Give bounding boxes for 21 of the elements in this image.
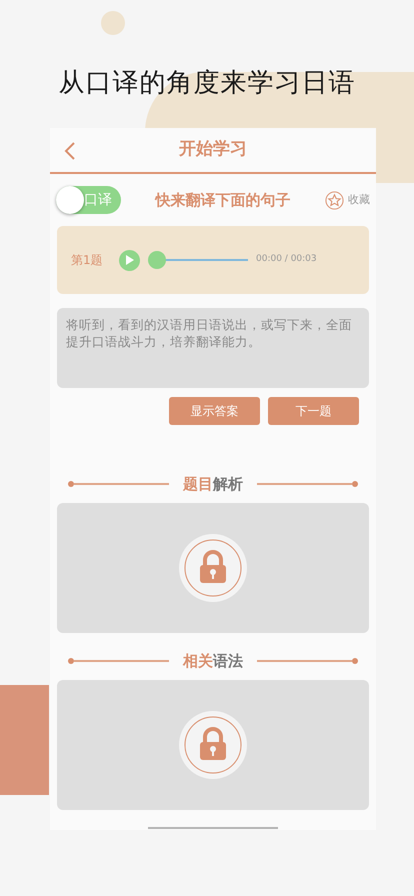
screen-title: 开始学习 — [179, 138, 247, 162]
mode-switch[interactable]: 口译 — [56, 186, 121, 214]
headline: 从口译的角度来学习日语 — [58, 68, 356, 98]
action-button[interactable]: 显示答案 — [169, 397, 260, 425]
line-dot — [68, 481, 74, 487]
line-dot — [68, 658, 74, 664]
action-button[interactable]: 下一题 — [268, 397, 359, 425]
slider-thumb[interactable] — [148, 251, 166, 269]
answer-field[interactable]: 将听到，看到的汉语用日语说出，或写下来，全面提升口语战斗力，培养翻译能力。 — [57, 308, 369, 388]
play-icon — [125, 255, 134, 265]
line-dot — [352, 658, 358, 664]
section-title: 相关语法 — [183, 650, 243, 672]
prompt-text: 快来翻译下面的句子 — [154, 190, 292, 211]
question-number: 第1题 — [71, 252, 104, 269]
favorite-button[interactable]: 收藏 — [325, 190, 370, 210]
back-icon[interactable] — [64, 142, 76, 160]
line-dot — [352, 481, 358, 487]
play-button[interactable] — [119, 250, 140, 270]
time-display: 00:00 / 00:03 — [256, 253, 317, 266]
section-title: 题目解析 — [183, 474, 243, 495]
decor-circle — [101, 11, 125, 35]
